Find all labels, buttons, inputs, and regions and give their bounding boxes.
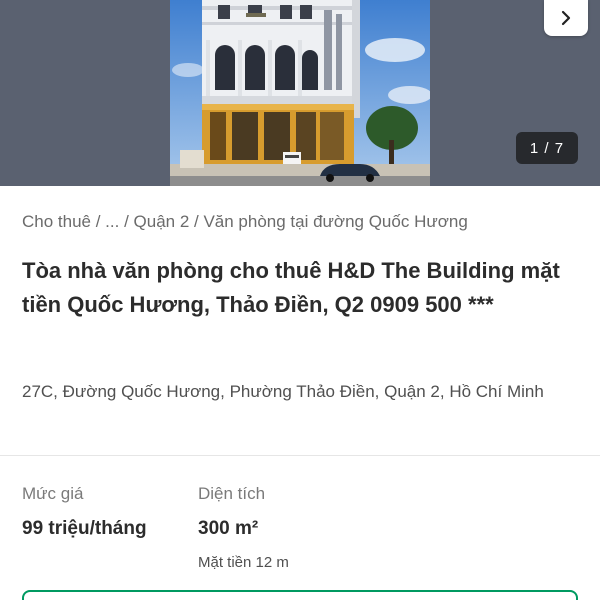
- chevron-right-icon: [561, 10, 571, 26]
- listing-photo[interactable]: [170, 0, 430, 186]
- frontage-value: Mặt tiền 12 m: [198, 554, 289, 571]
- listing-title: Tòa nhà văn phòng cho thuê H&D The Build…: [22, 258, 560, 317]
- price-block: Mức giá 99 triệu/tháng: [22, 484, 147, 540]
- image-counter: 1 / 7: [516, 132, 578, 164]
- breadcrumb-item-current[interactable]: Văn phòng tại đường Quốc Hương: [203, 212, 467, 231]
- area-label: Diện tích: [198, 484, 266, 503]
- image-counter-text: 1 / 7: [529, 139, 565, 157]
- breadcrumb: Cho thuê / ... / Quận 2 / Văn phòng tại …: [22, 212, 468, 232]
- contact-button[interactable]: [22, 590, 578, 600]
- image-gallery[interactable]: 1 / 7: [0, 0, 600, 186]
- breadcrumb-item-quan-2[interactable]: Quận 2: [134, 212, 190, 231]
- next-image-button[interactable]: [544, 0, 588, 36]
- breadcrumb-separator: /: [91, 212, 106, 231]
- breadcrumb-separator: /: [119, 212, 134, 231]
- breadcrumb-item-ellipsis[interactable]: ...: [105, 212, 119, 231]
- price-label: Mức giá: [22, 484, 84, 503]
- area-value: 300 m²: [198, 518, 259, 539]
- building-illustration: [170, 0, 430, 186]
- section-divider: [0, 455, 600, 456]
- area-block: Diện tích 300 m² Mặt tiền 12 m: [198, 484, 289, 571]
- breadcrumb-item-cho-thue[interactable]: Cho thuê: [22, 212, 91, 231]
- breadcrumb-separator: /: [189, 212, 204, 231]
- listing-address: 27C, Đường Quốc Hương, Phường Thảo Điền,…: [22, 382, 544, 401]
- price-value: 99 triệu/tháng: [22, 518, 147, 539]
